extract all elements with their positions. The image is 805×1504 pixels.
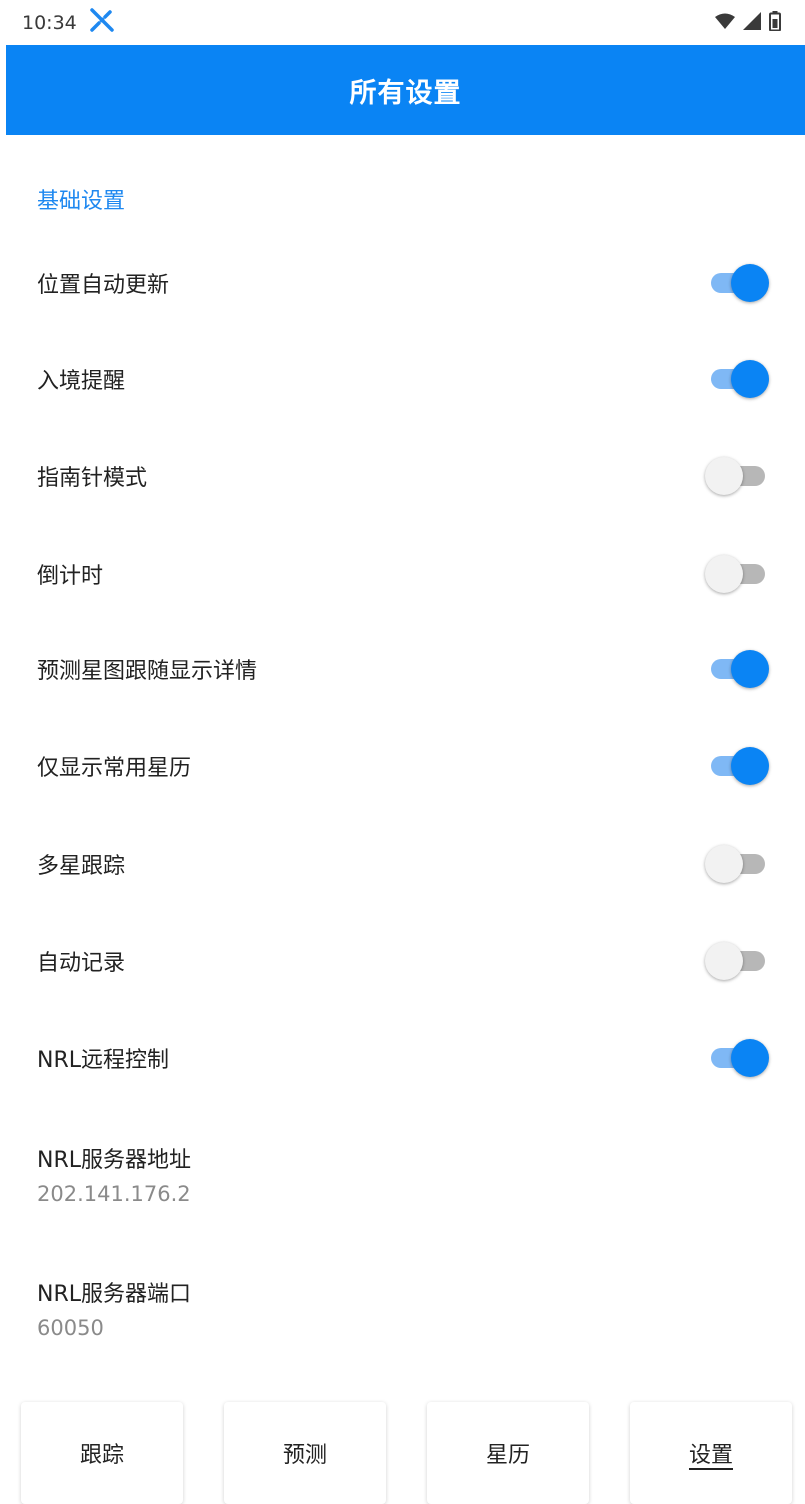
page-title: 所有设置 [349,77,462,109]
common-ephemeris-only-switch[interactable] [705,746,769,786]
setting-label: 倒计时 [37,564,104,589]
nrl-remote-control-switch[interactable] [705,1038,769,1078]
nav-label: 设置 [688,1443,733,1468]
setting-row-countdown[interactable]: 倒计时 [0,526,805,622]
nav-tracking-button[interactable]: 跟踪 [21,1402,183,1504]
setting-label: 多星跟踪 [37,854,126,879]
setting-row-entry-reminder[interactable]: 入境提醒 [0,331,805,427]
status-bar: 10:34 [0,0,805,45]
battery-icon [769,10,781,35]
nav-prediction-button[interactable]: 预测 [224,1402,386,1504]
bottom-nav: 跟踪 预测 星历 设置 [0,1400,805,1504]
status-right [715,10,781,35]
app-bar: 所有设置 [6,45,805,135]
satellite-icon [89,7,115,38]
compass-mode-switch[interactable] [705,456,769,496]
setting-label: NRL远程控制 [37,1048,170,1073]
setting-label: 入境提醒 [37,369,126,394]
setting-row-nrl-remote-control[interactable]: NRL远程控制 [0,1010,805,1106]
nrl-server-address-label: NRL服务器地址 [37,1148,192,1173]
nrl-server-port-value: 60050 [37,1316,104,1340]
nav-label: 预测 [282,1443,327,1468]
setting-row-location-auto-update[interactable]: 位置自动更新 [0,235,805,331]
setting-row-common-ephemeris-only[interactable]: 仅显示常用星历 [0,718,805,814]
nav-settings-button[interactable]: 设置 [630,1402,792,1504]
setting-label: 指南针模式 [37,466,148,491]
setting-label: 仅显示常用星历 [37,756,192,781]
entry-reminder-switch[interactable] [705,359,769,399]
section-header-basic: 基础设置 [37,189,126,214]
nrl-server-address-value: 202.141.176.2 [37,1182,191,1206]
signal-icon [743,11,761,34]
setting-row-compass-mode[interactable]: 指南针模式 [0,428,805,524]
status-left: 10:34 [22,7,115,38]
wifi-icon [715,13,735,33]
nav-ephemeris-button[interactable]: 星历 [427,1402,589,1504]
setting-label: 位置自动更新 [37,273,170,298]
nrl-server-port-item[interactable]: NRL服务器端口 60050 [37,1276,191,1340]
setting-label: 预测星图跟随显示详情 [37,659,258,684]
setting-label: 自动记录 [37,951,126,976]
status-time: 10:34 [22,11,77,34]
countdown-switch[interactable] [705,554,769,594]
nav-label: 星历 [485,1443,530,1468]
location-auto-update-switch[interactable] [705,263,769,303]
nrl-server-port-label: NRL服务器端口 [37,1282,192,1307]
auto-record-switch[interactable] [705,941,769,981]
multi-satellite-tracking-switch[interactable] [705,844,769,884]
nrl-server-address-item[interactable]: NRL服务器地址 202.141.176.2 [37,1142,191,1206]
setting-row-auto-record[interactable]: 自动记录 [0,913,805,1009]
setting-row-multi-satellite-tracking[interactable]: 多星跟踪 [0,816,805,912]
setting-row-prediction-map-details[interactable]: 预测星图跟随显示详情 [0,621,805,717]
nav-label: 跟踪 [79,1443,124,1468]
prediction-map-details-switch[interactable] [705,649,769,689]
